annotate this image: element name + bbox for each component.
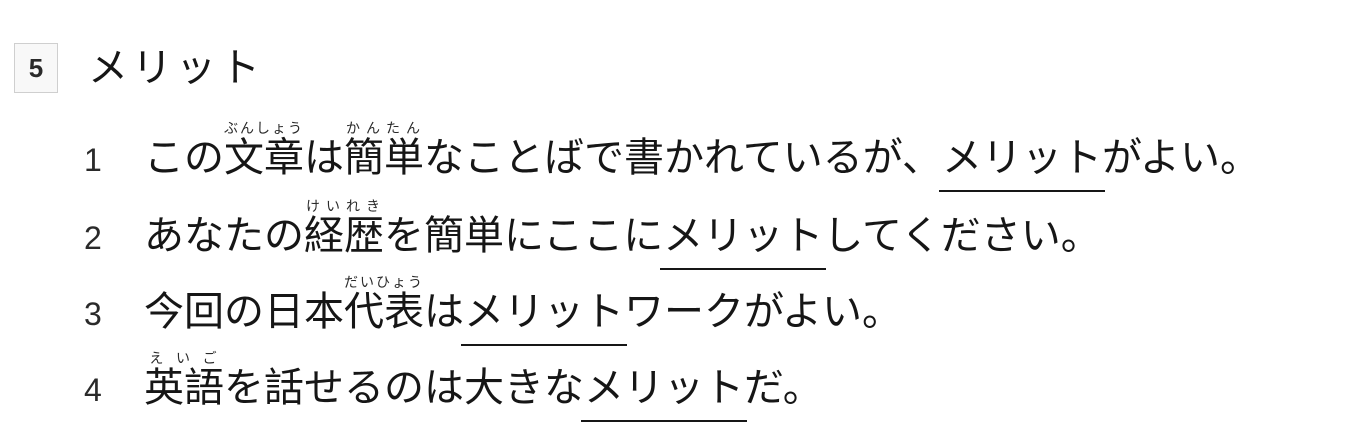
sentence-text: してください。 (823, 213, 1101, 259)
sentence-text: を簡単にここに (384, 213, 664, 259)
furigana-base: 英語 (144, 365, 224, 411)
sentence-text: あなたの (144, 213, 304, 259)
option-number: 3 (84, 296, 102, 332)
sentence-text: を話せるのは大きな (224, 365, 584, 411)
option-4[interactable]: 4 英語えいごを話せるのは大きなメリットだ。 (84, 351, 823, 422)
option-sentence: 英語えいごを話せるのは大きなメリットだ。 (144, 351, 823, 422)
question-page: 5 メリット 1 この文章ぶんしょうは簡単かんたんなことばで書かれているが、メリ… (0, 0, 1369, 443)
option-number: 2 (84, 220, 102, 256)
furigana-reading: えいご (144, 351, 224, 367)
question-number-box: 5 (14, 43, 58, 93)
underlined-target-word: メリット (939, 135, 1105, 192)
sentence-text: なことばで書かれているが、 (424, 135, 942, 181)
question-word: メリット (88, 45, 264, 91)
furigana-word: 簡単かんたん (344, 121, 424, 181)
furigana-reading: かんたん (344, 121, 424, 137)
furigana-word: 経歴けいれき (304, 199, 384, 259)
furigana-base: 簡単 (344, 135, 424, 181)
option-sentence: この文章ぶんしょうは簡単かんたんなことばで書かれているが、メリットがよい。 (144, 121, 1260, 192)
underlined-target-word: メリット (581, 365, 747, 422)
underlined-target-word: メリット (461, 289, 627, 346)
furigana-base: 経歴 (304, 213, 384, 259)
sentence-text: この (144, 135, 224, 181)
option-sentence: 今回の日本代表だいひょうはメリットワークがよい。 (144, 275, 902, 346)
option-number: 1 (84, 142, 102, 178)
underlined-target-word: メリット (660, 213, 827, 270)
sentence-text: がよい。 (1102, 135, 1260, 181)
furigana-reading: けいれき (304, 199, 384, 215)
furigana-word: 代表だいひょう (344, 275, 424, 335)
sentence-text: ワークがよい。 (624, 289, 902, 335)
option-number: 4 (84, 372, 102, 408)
furigana-reading: ぶんしょう (224, 121, 304, 137)
option-sentence: あなたの経歴けいれきを簡単にここにメリットしてください。 (144, 199, 1101, 270)
sentence-text: は (304, 135, 344, 181)
option-3[interactable]: 3 今回の日本代表だいひょうはメリットワークがよい。 (84, 275, 902, 346)
sentence-text: は (424, 289, 464, 335)
option-1[interactable]: 1 この文章ぶんしょうは簡単かんたんなことばで書かれているが、メリットがよい。 (84, 121, 1260, 192)
furigana-base: 文章 (224, 135, 304, 181)
furigana-base: 代表 (344, 289, 424, 335)
question-header: 5 メリット (14, 40, 264, 96)
furigana-word: 英語えいご (144, 351, 224, 411)
sentence-text: 今回の日本 (144, 289, 344, 335)
option-2[interactable]: 2 あなたの経歴けいれきを簡単にここにメリットしてください。 (84, 199, 1101, 270)
furigana-word: 文章ぶんしょう (224, 121, 304, 181)
sentence-text: だ。 (744, 365, 823, 411)
furigana-reading: だいひょう (344, 275, 424, 291)
